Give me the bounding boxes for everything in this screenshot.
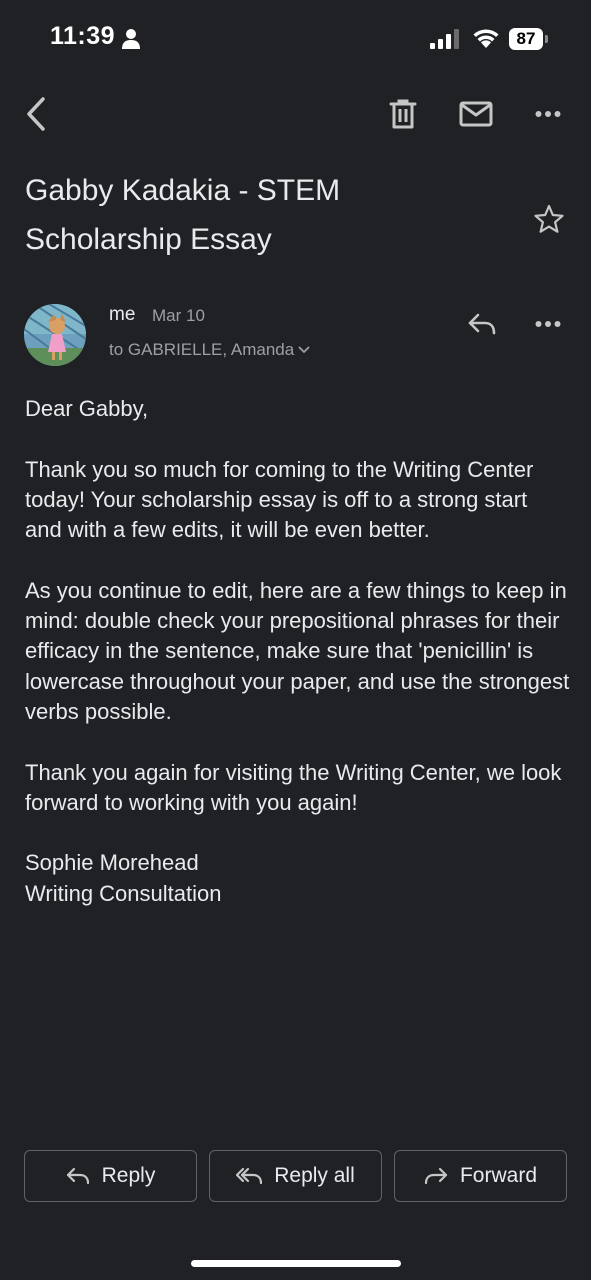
battery-cap	[545, 35, 548, 43]
message-more-button[interactable]	[528, 304, 568, 344]
more-options-button[interactable]	[528, 94, 568, 134]
email-subject: Gabby Kadakia - STEM Scholarship Essay	[25, 174, 341, 256]
email-paragraph: As you continue to edit, here are a few …	[25, 577, 570, 724]
signature-name: Sophie Morehead	[25, 850, 199, 876]
more-icon	[535, 111, 561, 117]
recipients-toggle[interactable]: to GABRIELLE, Amanda	[109, 340, 310, 360]
mark-unread-button[interactable]	[456, 94, 496, 134]
battery-indicator: 87	[509, 28, 548, 50]
status-time: 11:39	[50, 22, 116, 50]
reply-all-icon	[236, 1167, 263, 1185]
reply-button[interactable]: Reply	[24, 1150, 197, 1202]
email-paragraph: Thank you again for visiting the Writing…	[25, 759, 562, 815]
forward-label: Forward	[459, 1164, 538, 1187]
home-indicator[interactable]	[191, 1260, 401, 1267]
email-greeting: Dear Gabby,	[25, 396, 149, 421]
sender-name: me	[109, 304, 136, 325]
back-icon	[27, 97, 45, 131]
more-icon	[535, 321, 561, 327]
chevron-down-icon	[298, 346, 310, 353]
forward-icon	[424, 1167, 448, 1185]
signature-title: Writing Consultation	[25, 880, 222, 906]
reply-all-button[interactable]: Reply all	[209, 1150, 382, 1202]
cellular-signal-icon	[430, 29, 459, 49]
avatar-image	[24, 304, 86, 366]
forward-button[interactable]: Forward	[394, 1150, 567, 1202]
email-paragraph: Thank you so much for coming to the Writ…	[25, 456, 534, 543]
person-icon	[122, 29, 140, 49]
recipients-text: to GABRIELLE, Amanda	[109, 340, 295, 359]
star-button[interactable]	[530, 200, 568, 238]
reply-quick-button[interactable]	[462, 304, 502, 344]
reply-icon	[468, 313, 496, 335]
reply-label: Reply	[101, 1164, 156, 1187]
email-body: Dear Gabby, Thank you so much for coming…	[25, 394, 570, 909]
trash-icon	[389, 99, 417, 129]
delete-button[interactable]	[384, 94, 422, 134]
avatar	[24, 304, 86, 366]
back-button[interactable]	[16, 92, 56, 136]
battery-level: 87	[509, 28, 543, 50]
email-date: Mar 10	[152, 306, 205, 325]
reply-all-label: Reply all	[274, 1164, 355, 1187]
mail-icon	[459, 101, 493, 127]
star-icon	[534, 204, 564, 233]
wifi-icon	[473, 29, 499, 48]
reply-icon	[66, 1167, 89, 1185]
